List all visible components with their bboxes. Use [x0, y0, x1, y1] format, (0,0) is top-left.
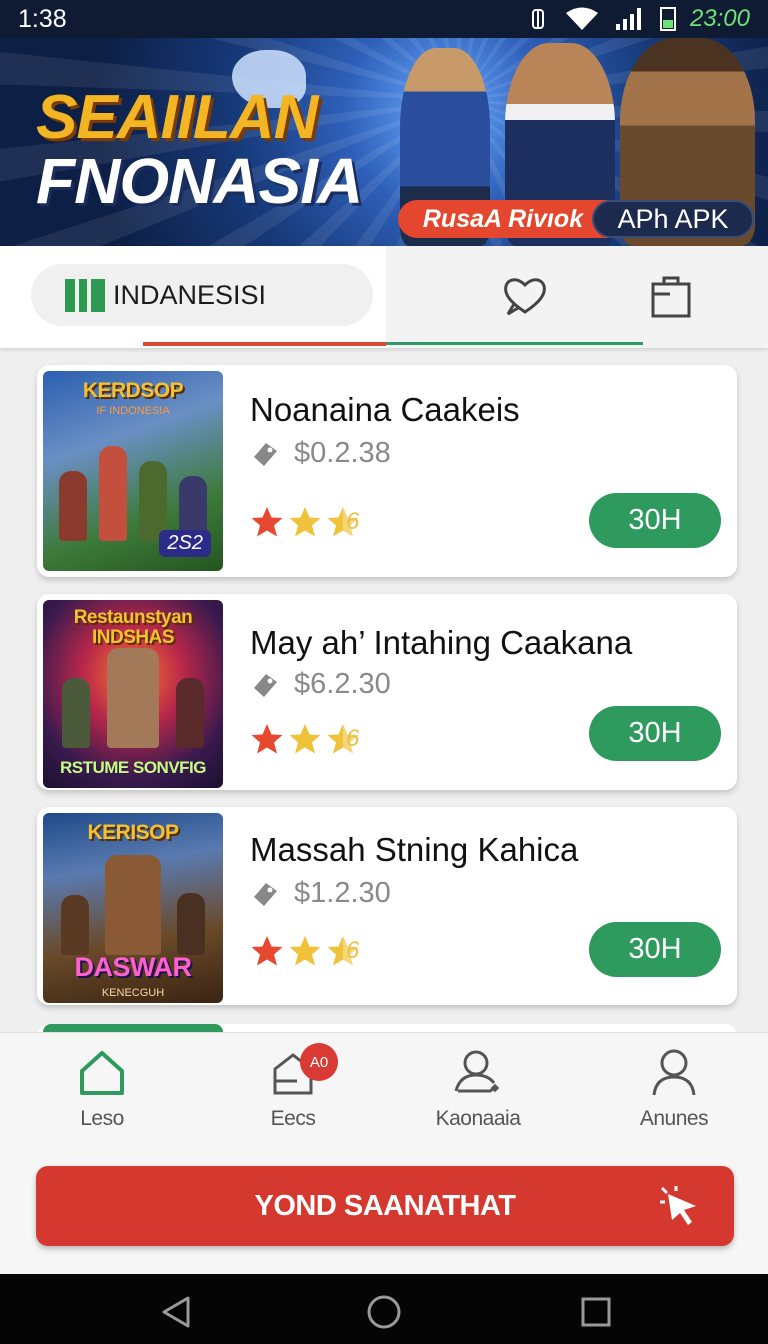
game-card[interactable]: Restaunstyan INDSHAS RSTUME SONVFIG May …	[37, 594, 737, 790]
thumbnail-title: KERDSOP	[82, 379, 184, 402]
star-full-icon	[251, 724, 283, 754]
back-icon[interactable]	[158, 1294, 194, 1330]
system-navigation-bar	[0, 1274, 768, 1344]
rating-suffix: 6	[346, 508, 360, 535]
cursor-click-icon	[660, 1186, 696, 1225]
rating-stars: 6	[250, 722, 359, 756]
install-button[interactable]: 30H	[589, 922, 721, 977]
thumbnail-characters	[53, 431, 213, 541]
profile-icon	[652, 1049, 696, 1096]
home-circle-icon[interactable]	[366, 1294, 402, 1330]
nav-item-home[interactable]: Leso	[22, 1047, 182, 1131]
banner-title-line1: SEAIILAN	[36, 83, 318, 152]
nav-item-profile[interactable]: Anunes	[594, 1047, 754, 1131]
cta-label: YOND SAANATHAT	[254, 1189, 516, 1222]
nav-label: Anunes	[639, 1107, 709, 1130]
home-icon	[80, 1051, 124, 1095]
user-edit-icon	[454, 1050, 500, 1093]
game-price: $1.2.30	[250, 877, 391, 910]
game-name[interactable]: Noanaina Caakeis	[250, 391, 520, 429]
battery-icon	[659, 7, 676, 31]
notification-badge: A0	[300, 1043, 338, 1081]
star-full-icon	[289, 507, 321, 537]
install-button[interactable]: 30H	[589, 706, 721, 761]
thumbnail-caption: KENECGUH	[101, 987, 165, 999]
status-icons: 23:00	[526, 5, 750, 33]
game-thumbnail[interactable]: KERISOP DASWAR KENECGUH	[43, 813, 223, 1003]
tab-bar: INDANESISI	[0, 246, 768, 348]
tab-indicator-active	[143, 342, 386, 346]
nav-label: Leso	[80, 1107, 124, 1130]
star-full-icon	[251, 936, 283, 966]
vibrate-icon	[531, 9, 544, 29]
thumbnail-title: Restaunstyan INDSHAS	[73, 607, 193, 648]
game-card[interactable]: KERDSOP IF INDONESIA 2S2 Noanaina Caakei…	[37, 365, 737, 577]
price-tag-icon	[254, 442, 277, 466]
game-name[interactable]: May ah’ Intahing Caakana	[250, 624, 632, 662]
primary-cta-button[interactable]: YOND SAANATHAT	[36, 1166, 734, 1246]
price-value: $0.2.38	[294, 437, 391, 469]
thumbnail-subtitle: RSTUME SONVFIG	[59, 758, 207, 777]
rating-stars: 6	[250, 505, 359, 539]
thumbnail-characters	[53, 855, 213, 955]
nav-item-store[interactable]: A0 Eecs	[213, 1043, 373, 1131]
game-thumbnail[interactable]: Restaunstyan INDSHAS RSTUME SONVFIG	[43, 600, 223, 788]
battery-text: 23:00	[689, 5, 750, 32]
star-full-icon	[251, 507, 283, 537]
install-button[interactable]: 30H	[589, 493, 721, 548]
status-time: 1:38	[18, 4, 67, 33]
nav-item-account-edit[interactable]: Kaonaaia	[398, 1047, 558, 1131]
region-flag-icon	[65, 278, 105, 312]
tab-indicator-secondary	[386, 342, 643, 345]
wifi-icon	[565, 7, 598, 30]
price-tag-icon	[254, 882, 277, 906]
game-price: $6.2.30	[250, 668, 391, 701]
star-full-icon	[289, 936, 321, 966]
star-full-icon	[289, 724, 321, 754]
recents-icon[interactable]	[578, 1294, 614, 1330]
rating-stars: 6	[250, 934, 359, 968]
promo-banner[interactable]: SEAIILAN FNONASIA RusaA Rivıok APh APK	[0, 38, 768, 246]
rating-suffix: 6	[346, 725, 360, 752]
nav-label: Eecs	[270, 1107, 316, 1130]
game-thumbnail[interactable]: KERDSOP IF INDONESIA 2S2	[43, 371, 223, 571]
rating-suffix: 6	[346, 937, 360, 964]
region-selector[interactable]: INDANESISI	[31, 264, 373, 326]
region-label: INDANESISI	[113, 279, 267, 310]
game-card[interactable]: KERISOP DASWAR KENECGUH Massah Stning Ka…	[37, 807, 737, 1005]
nav-label: Kaonaaia	[435, 1107, 521, 1130]
thumbnail-characters	[53, 648, 213, 748]
app-screen: 1:38 23:00 SEAIILAN FNONASIA RusaA Rivıo…	[0, 0, 768, 1344]
thumbnail-subtitle: DASWAR	[74, 952, 193, 982]
thumbnail-subtitle: IF INDONESIA	[96, 405, 170, 417]
banner-tag-apk[interactable]: APh APK	[592, 200, 754, 238]
game-price: $0.2.38	[250, 437, 391, 470]
thumbnail-badge: 2S2	[159, 530, 211, 557]
game-name[interactable]: Massah Stning Kahica	[250, 831, 578, 869]
banner-tag-red[interactable]: RusaA Rivıok	[398, 200, 608, 238]
price-value: $1.2.30	[294, 877, 391, 909]
banner-title-line2: FNONASIA	[36, 145, 363, 217]
status-bar: 1:38 23:00	[0, 0, 768, 38]
heart-icon[interactable]	[500, 270, 550, 320]
thumbnail-title: KERISOP	[87, 821, 179, 844]
price-value: $6.2.30	[294, 668, 391, 700]
signal-icon	[615, 8, 641, 30]
shopping-bag-icon[interactable]	[646, 270, 696, 320]
price-tag-icon	[254, 673, 277, 697]
